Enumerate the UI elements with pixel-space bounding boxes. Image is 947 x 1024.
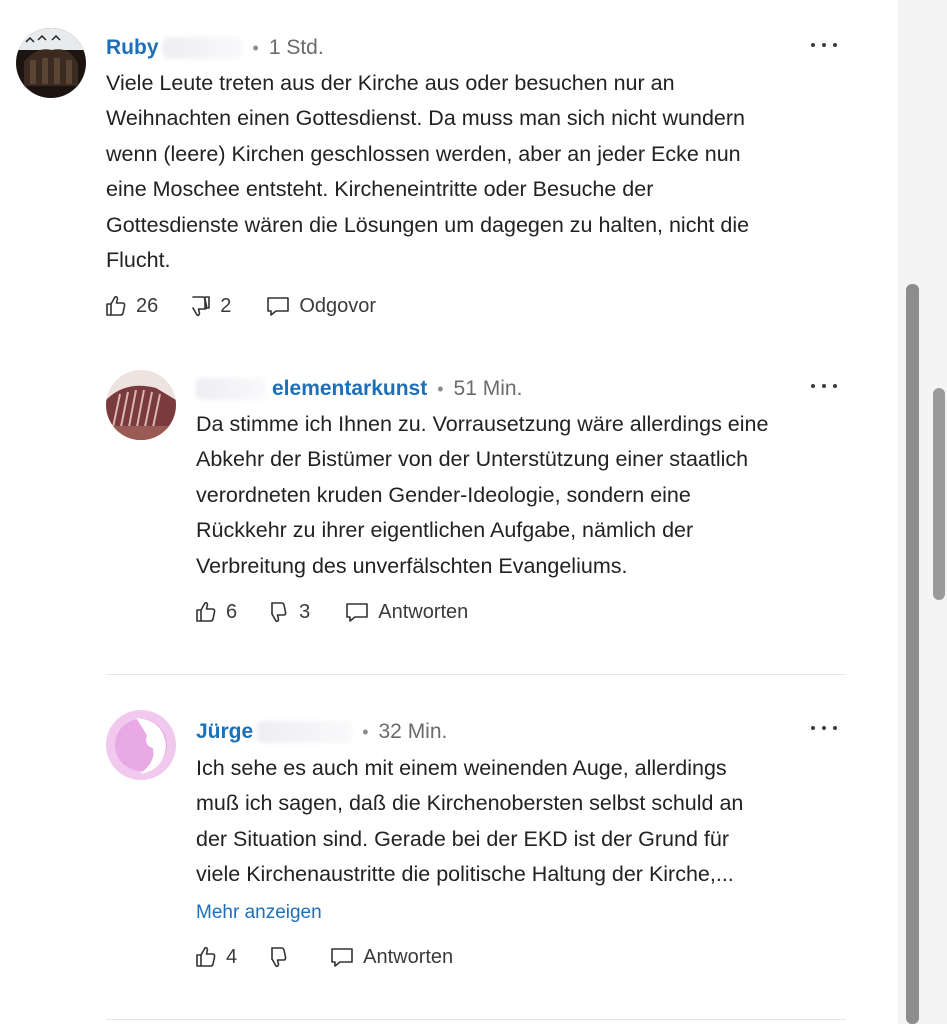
reply-label: Odgovor [299,294,377,317]
avatar[interactable] [16,28,86,98]
comment-text: Viele Leute treten aus der Kirche aus od… [106,71,750,273]
thumbs-up-icon [104,294,128,318]
thumbs-down-icon [188,294,212,318]
scrollbar-outer-thumb[interactable] [906,284,919,1024]
reply-button[interactable]: Odgovor [265,294,376,318]
more-options-button[interactable] [811,35,837,55]
thumbs-down-icon [267,600,291,624]
separator-dot: • [252,38,259,58]
dot-icon [833,43,837,47]
comment-text: Da stimme ich Ihnen zu. Vorrausetzung wä… [196,412,769,578]
speech-bubble-icon [344,600,370,624]
more-options-button[interactable] [811,718,837,738]
redacted-name [257,721,353,743]
speech-bubble-icon [329,945,355,969]
separator-dot: • [362,722,369,742]
dislike-button[interactable]: 3 [267,600,310,624]
dot-icon [811,726,815,730]
dot-icon [833,726,837,730]
more-options-button[interactable] [811,376,837,396]
comment-divider [106,674,846,675]
avatar[interactable] [106,710,176,780]
timestamp: 32 Min. [378,720,448,743]
dot-icon [811,384,815,388]
like-count: 26 [136,294,159,317]
dislike-count: 3 [299,600,311,623]
comment-actions: 4 Antworten [194,941,453,973]
author-name[interactable]: elementarkunst [272,375,427,403]
dot-icon [822,43,826,47]
thumbs-up-icon [194,600,218,624]
dot-icon [822,726,826,730]
comment-header: Jürge • 32 Min. [196,718,447,746]
dislike-count: 2 [220,294,232,317]
reply-button[interactable]: Antworten [329,945,453,969]
dot-icon [811,43,815,47]
like-count: 4 [226,945,238,968]
avatar[interactable] [106,370,176,440]
redacted-name [162,37,243,59]
like-button[interactable]: 4 [194,945,237,969]
show-more-link[interactable]: Mehr anzeigen [196,902,322,924]
author-name[interactable]: Jürge [196,718,253,746]
like-count: 6 [226,600,238,623]
reply-label: Antworten [378,600,469,623]
timestamp: 1 Std. [268,36,324,59]
thumbs-down-icon [267,945,291,969]
separator-dot: • [437,379,444,399]
like-button[interactable]: 6 [194,600,237,624]
comment-actions: 26 2 Odgovor [104,290,376,322]
like-button[interactable]: 26 [104,294,158,318]
comment-header: elementarkunst • 51 Min. [196,375,522,403]
comment-actions: 6 3 Antworten [194,596,468,628]
dislike-button[interactable] [267,945,299,969]
thumbs-up-icon [194,945,218,969]
reply-label: Antworten [363,945,454,968]
dot-icon [833,384,837,388]
comment-text: Ich sehe es auch mit einem weinenden Aug… [196,756,744,887]
dot-icon [822,384,826,388]
reply-button[interactable]: Antworten [344,600,468,624]
redacted-name [196,378,266,400]
scrollbar-track[interactable] [898,0,947,1024]
dislike-button[interactable]: 2 [188,294,231,318]
scrollbar-thumb[interactable] [933,388,945,600]
timestamp: 51 Min. [453,377,523,400]
comments-page: Ruby • 1 Std. Viele Leute treten aus der… [0,0,947,1024]
comment-divider [106,1019,846,1020]
author-name[interactable]: Ruby [106,34,159,62]
comment-header: Ruby • 1 Std. [106,34,324,62]
speech-bubble-icon [265,294,291,318]
